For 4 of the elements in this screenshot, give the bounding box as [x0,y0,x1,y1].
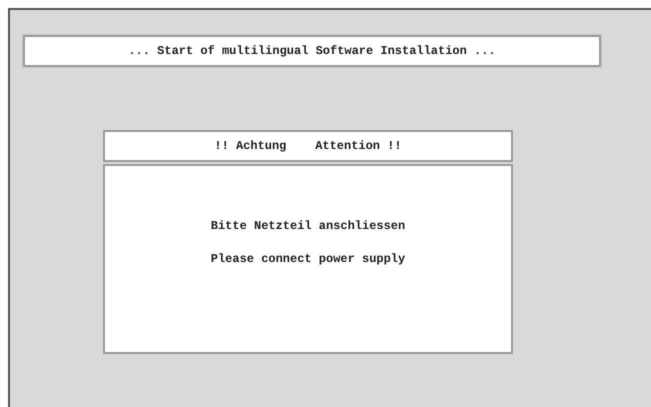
dialog-title: !! Achtung Attention !! [214,138,402,155]
banner-text: ... Start of multilingual Software Installation ... [128,43,496,60]
message-text: Please connect power supply [210,251,406,268]
message-text: Bitte Netzteil anschliessen [210,218,406,235]
